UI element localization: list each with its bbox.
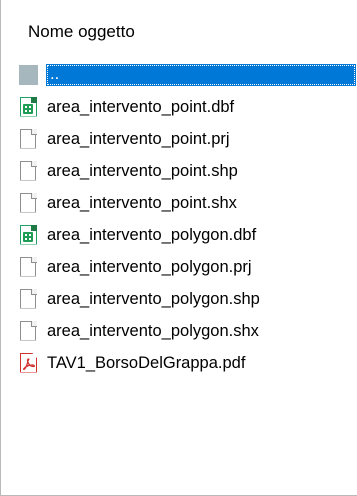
file-name: area_intervento_polygon.dbf bbox=[47, 225, 257, 244]
file-name: area_intervento_point.prj bbox=[47, 129, 230, 148]
list-item[interactable]: area_intervento_point.dbf bbox=[19, 91, 357, 123]
list-item[interactable]: area_intervento_point.shx bbox=[19, 187, 357, 219]
file-list: .. area_intervento_point.dbf area_interv… bbox=[19, 59, 357, 379]
generic-file-icon bbox=[19, 256, 38, 278]
file-name: .. bbox=[46, 64, 356, 86]
parent-folder-icon bbox=[19, 64, 38, 86]
file-name: area_intervento_point.shp bbox=[47, 161, 238, 180]
list-item-parent[interactable]: .. bbox=[19, 59, 357, 91]
pdf-file-icon bbox=[19, 352, 38, 374]
generic-file-icon bbox=[19, 288, 38, 310]
generic-file-icon bbox=[19, 160, 38, 182]
generic-file-icon bbox=[19, 320, 38, 342]
list-item[interactable]: area_intervento_polygon.shp bbox=[19, 283, 357, 315]
spreadsheet-file-icon bbox=[19, 96, 38, 118]
file-name: area_intervento_polygon.shp bbox=[47, 289, 260, 308]
list-item[interactable]: area_intervento_point.prj bbox=[19, 123, 357, 155]
file-name: area_intervento_point.dbf bbox=[47, 97, 235, 116]
generic-file-icon bbox=[19, 128, 38, 150]
list-item[interactable]: area_intervento_polygon.shx bbox=[19, 315, 357, 347]
file-name: area_intervento_point.shx bbox=[47, 193, 237, 212]
file-name: area_intervento_polygon.shx bbox=[47, 321, 259, 340]
file-name: TAV1_BorsoDelGrappa.pdf bbox=[47, 353, 246, 372]
list-item[interactable]: TAV1_BorsoDelGrappa.pdf bbox=[19, 347, 357, 379]
spreadsheet-file-icon bbox=[19, 224, 38, 246]
list-item[interactable]: area_intervento_polygon.dbf bbox=[19, 219, 357, 251]
file-name: area_intervento_polygon.prj bbox=[47, 257, 252, 276]
list-item[interactable]: area_intervento_point.shp bbox=[19, 155, 357, 187]
generic-file-icon bbox=[19, 192, 38, 214]
file-list-panel: Nome oggetto .. area_intervento_point.db… bbox=[0, 0, 357, 496]
column-header-name[interactable]: Nome oggetto bbox=[28, 22, 135, 42]
list-item[interactable]: area_intervento_polygon.prj bbox=[19, 251, 357, 283]
